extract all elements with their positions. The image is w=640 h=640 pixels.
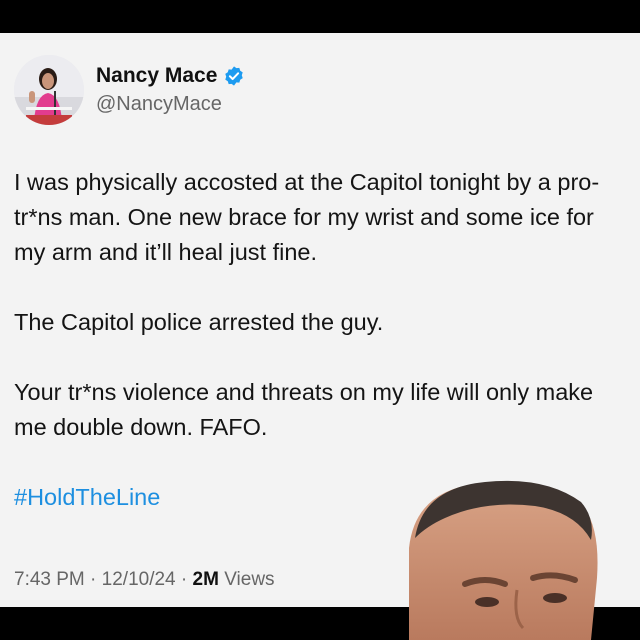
creator-face-image (409, 480, 598, 640)
creator-face-overlay (405, 478, 605, 640)
hashtag-link[interactable]: #HoldTheLine (14, 484, 160, 510)
meta-separator: · (175, 569, 193, 590)
tweet-time[interactable]: 7:43 PM (14, 569, 85, 590)
tweet-paragraph: The Capitol police arrested the guy. (14, 309, 384, 335)
tweet-date[interactable]: 12/10/24 (102, 569, 176, 590)
tweet-header: Nancy Mace @NancyMace (14, 55, 245, 125)
views-count: 2M (192, 569, 219, 590)
author-display-name[interactable]: Nancy Mace (96, 63, 217, 89)
author-handle[interactable]: @NancyMace (96, 91, 245, 117)
tweet-paragraph: Your tr*ns violence and threats on my li… (14, 379, 594, 440)
name-row: Nancy Mace (96, 63, 245, 89)
author-names: Nancy Mace @NancyMace (96, 63, 245, 117)
tweet-paragraph: I was physically accosted at the Capitol… (14, 169, 600, 265)
verified-badge-icon (223, 65, 245, 87)
meta-separator: · (84, 569, 102, 590)
views-label: Views (218, 569, 275, 590)
author-avatar[interactable] (14, 55, 84, 125)
avatar-portrait-image (14, 55, 84, 125)
video-frame: Nancy Mace @NancyMace I was physically a… (0, 0, 640, 640)
tweet-meta: 7:43 PM · 12/10/24 · 2M Views (14, 567, 275, 593)
